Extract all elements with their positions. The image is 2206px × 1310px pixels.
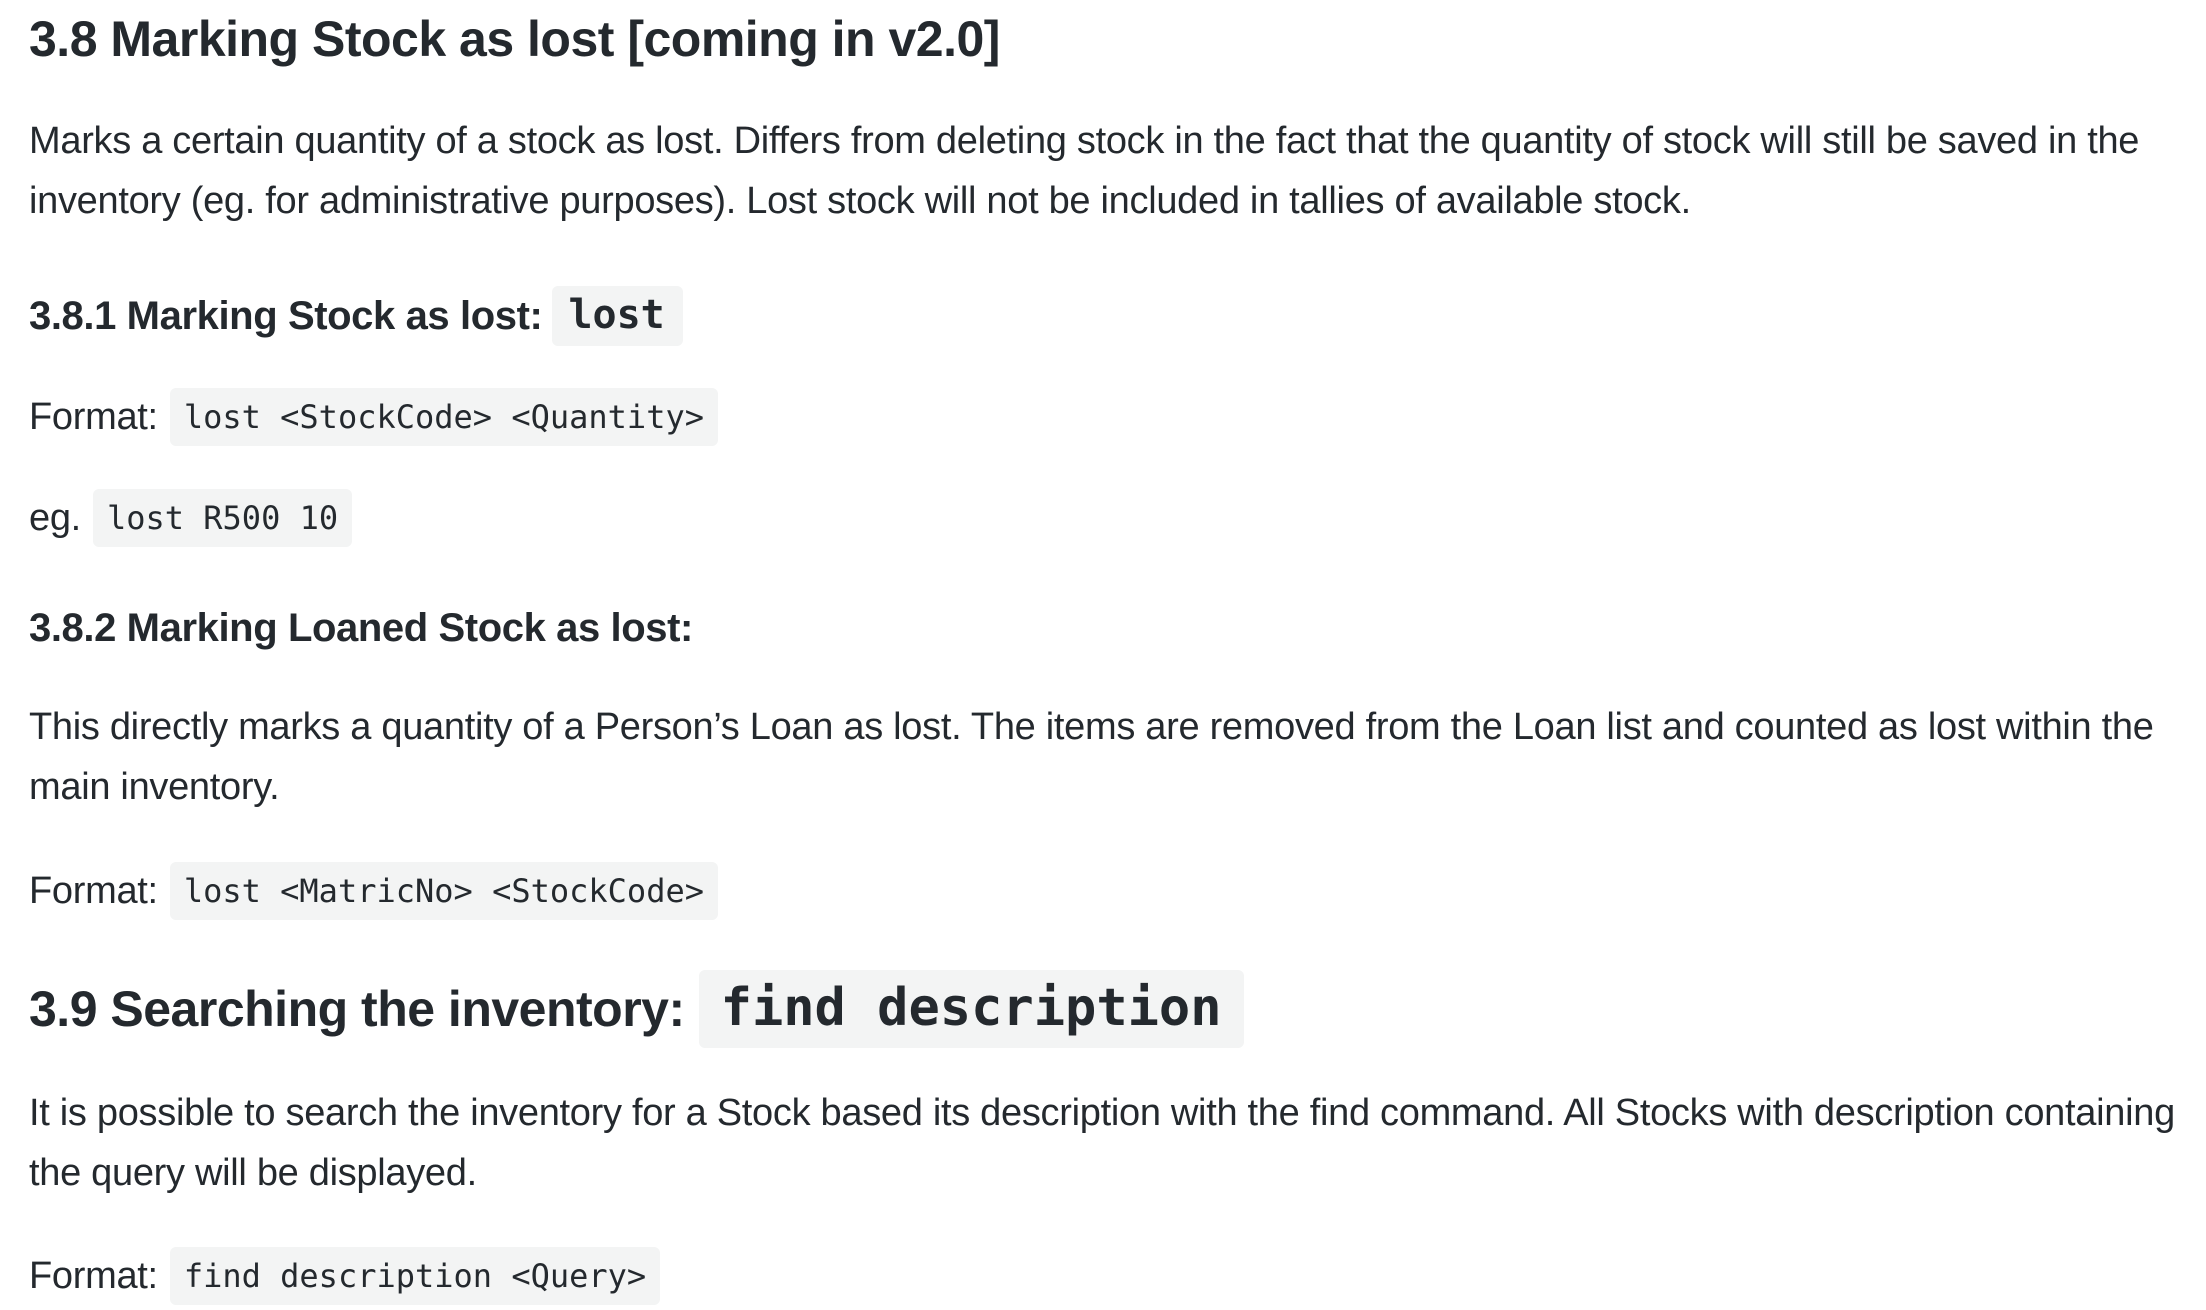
section-3-8-1-heading: 3.8.1 Marking Stock as lost: lost bbox=[29, 286, 683, 346]
section-3-8-1-example: eg. lost R500 10 bbox=[29, 489, 353, 547]
format-label: Format: bbox=[29, 395, 158, 438]
section-3-8-1-heading-text: 3.8.1 Marking Stock as lost: bbox=[29, 293, 543, 338]
section-3-8-intro: Marks a certain quantity of a stock as l… bbox=[29, 120, 2140, 222]
section-3-8-1-format: Format: lost <StockCode> <Quantity> bbox=[29, 388, 718, 446]
example-code: lost R500 10 bbox=[92, 489, 353, 547]
lost-command-code: lost bbox=[552, 286, 683, 346]
format-label: Format: bbox=[29, 869, 158, 912]
format-code: lost <StockCode> <Quantity> bbox=[169, 388, 718, 446]
section-3-8-heading: 3.8 Marking Stock as lost [coming in v2.… bbox=[29, 11, 1000, 67]
format-label: Format: bbox=[29, 1254, 158, 1297]
section-3-8-2-description: This directly marks a quantity of a Pers… bbox=[29, 706, 2154, 808]
section-3-8-2-format: Format: lost <MatricNo> <StockCode> bbox=[29, 862, 718, 920]
format-code: find description <Query> bbox=[169, 1247, 661, 1305]
section-3-9-format: Format: find description <Query> bbox=[29, 1247, 661, 1305]
section-3-9-heading-text: 3.9 Searching the inventory: bbox=[29, 981, 685, 1037]
find-description-command-code: find description bbox=[698, 970, 1244, 1048]
document-page: 3.8 Marking Stock as lost [coming in v2.… bbox=[0, 0, 2206, 1310]
format-code: lost <MatricNo> <StockCode> bbox=[169, 862, 718, 920]
section-3-8-2-heading: 3.8.2 Marking Loaned Stock as lost: bbox=[29, 606, 693, 650]
section-3-9-heading: 3.9 Searching the inventory: find descri… bbox=[29, 970, 1244, 1048]
section-3-9-description: It is possible to search the inventory f… bbox=[29, 1092, 2175, 1194]
example-label: eg. bbox=[29, 496, 81, 539]
